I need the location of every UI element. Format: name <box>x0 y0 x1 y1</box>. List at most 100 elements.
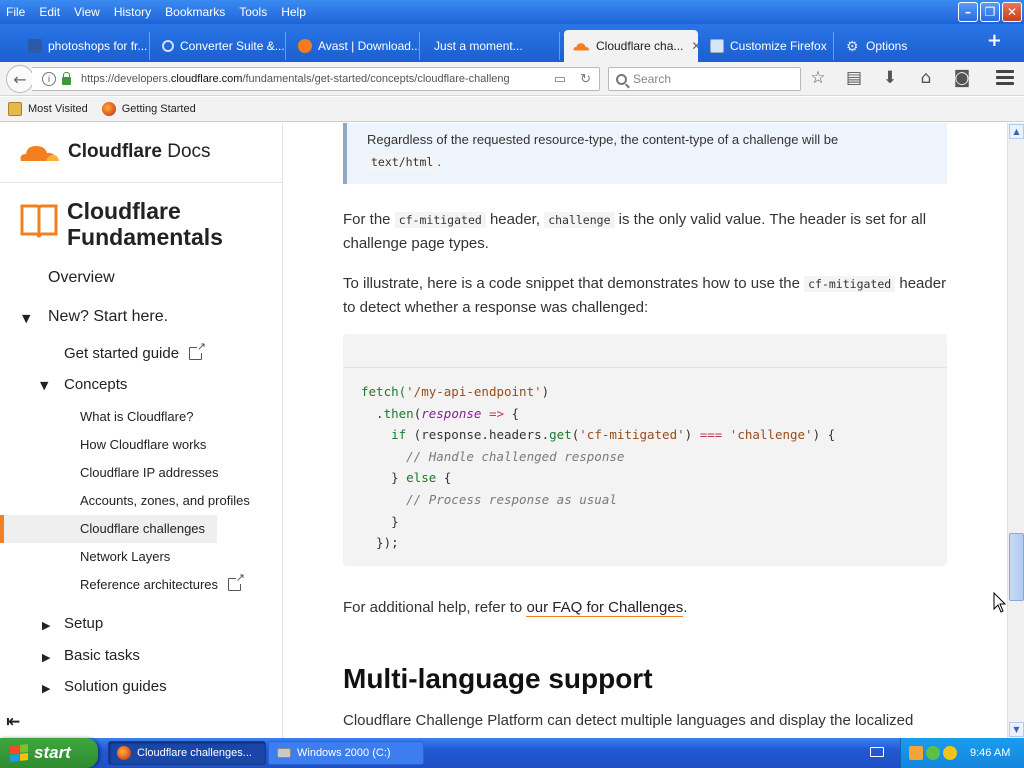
sidebar-item-setup[interactable]: Setup <box>64 615 103 632</box>
info-icon[interactable]: i <box>42 72 56 86</box>
lock-icon[interactable] <box>62 71 71 85</box>
bookmark-getting-started[interactable]: Getting Started <box>101 102 196 116</box>
search-input[interactable]: Search <box>608 67 801 91</box>
sidebar-item-ip-addresses[interactable]: Cloudflare IP addresses <box>80 465 219 480</box>
close-window-button[interactable]: ✕ <box>1002 2 1022 22</box>
tab-photoshops[interactable]: photoshops for fr... <box>20 32 150 60</box>
bookmarks-toolbar: Most Visited Getting Started <box>0 97 1024 122</box>
inline-code: cf-mitigated <box>394 212 486 228</box>
paragraph-faq: For additional help, refer to our FAQ fo… <box>343 599 688 617</box>
caret-right-icon[interactable]: ▶ <box>42 682 50 695</box>
paragraph-cf-mitigated: For the cf-mitigated header, challenge i… <box>343 211 927 252</box>
tab-label: Options <box>866 39 908 53</box>
pocket-icon[interactable]: ◙ <box>952 68 972 88</box>
avast-favicon-icon <box>298 39 312 53</box>
menu-bookmarks[interactable]: Bookmarks <box>165 5 225 19</box>
sidebar-item-how-works[interactable]: How Cloudflare works <box>80 437 206 452</box>
url-text: https://developers.cloudflare.com/fundam… <box>81 73 510 85</box>
tab-avast[interactable]: Avast | Download... <box>290 32 420 60</box>
windows-taskbar: start Cloudflare challenges... Windows 2… <box>0 738 1024 768</box>
tray-app-icon[interactable] <box>909 746 923 760</box>
bookmark-most-visited[interactable]: Most Visited <box>8 102 88 116</box>
tab-options[interactable]: ⚙ Options <box>838 32 968 60</box>
vertical-scrollbar[interactable]: ▲ ▼ <box>1007 123 1024 738</box>
tab-customize-firefox[interactable]: Customize Firefox <box>702 32 834 60</box>
sidebar-item-overview[interactable]: Overview <box>48 269 115 287</box>
reader-view-icon[interactable]: ▭ <box>554 71 566 87</box>
firefox-icon <box>101 102 116 116</box>
caret-right-icon[interactable]: ▶ <box>42 619 50 632</box>
windows-logo-icon <box>10 744 28 762</box>
minimize-button[interactable]: – <box>958 2 978 22</box>
tab-label: Customize Firefox <box>730 39 827 53</box>
code-block[interactable]: fetch('/my-api-endpoint') .then(response… <box>343 334 947 566</box>
code-block-header <box>343 334 947 368</box>
docs-sidebar: Cloudflare Docs Cloudflare Fundamentals … <box>0 123 283 738</box>
tab-close-icon[interactable]: ✕ <box>691 39 698 53</box>
maximize-button[interactable]: ❐ <box>980 2 1000 22</box>
section-heading-multi-language: Multi-language support <box>343 663 653 694</box>
product-title: Cloudflare Fundamentals <box>67 198 223 250</box>
menu-view[interactable]: View <box>74 5 100 19</box>
start-button[interactable]: start <box>0 738 98 768</box>
keyboard-icon[interactable] <box>870 747 884 757</box>
menu-hamburger-icon[interactable] <box>996 70 1014 88</box>
cloudflare-favicon-icon <box>573 43 590 51</box>
scrollbar-thumb[interactable] <box>1009 533 1024 601</box>
bookmark-star-icon[interactable]: ☆ <box>808 68 828 88</box>
menu-edit[interactable]: Edit <box>39 5 60 19</box>
menu-tools[interactable]: Tools <box>239 5 267 19</box>
back-button[interactable]: ← <box>6 65 34 93</box>
window-titlebar: File Edit View History Bookmarks Tools H… <box>0 0 1024 24</box>
sidebar-item-what-is[interactable]: What is Cloudflare? <box>80 409 193 424</box>
sidebar-item-basic-tasks[interactable]: Basic tasks <box>64 647 140 664</box>
scroll-up-arrow-icon[interactable]: ▲ <box>1009 124 1024 139</box>
sidebar-item-challenges[interactable]: Cloudflare challenges <box>80 521 205 536</box>
sidebar-item-accounts[interactable]: Accounts, zones, and profiles <box>80 493 250 508</box>
tab-label: Converter Suite &... <box>180 39 285 53</box>
inline-code: challenge <box>544 212 615 228</box>
download-icon[interactable]: ⬇ <box>880 68 900 88</box>
tab-label: Cloudflare cha... <box>596 39 684 53</box>
taskbar-item-firefox[interactable]: Cloudflare challenges... <box>108 741 266 765</box>
faq-challenges-link[interactable]: our FAQ for Challenges <box>526 599 684 617</box>
sidebar-item-new-start[interactable]: New? Start here. <box>48 308 168 326</box>
tray-network-icon[interactable] <box>926 746 940 760</box>
inline-code: cf-mitigated <box>804 276 896 292</box>
sidebar-item-get-started[interactable]: Get started guide <box>64 341 207 362</box>
reading-list-icon[interactable]: ▤ <box>844 68 864 88</box>
sidebar-item-network-layers[interactable]: Network Layers <box>80 549 170 564</box>
tab-cloudflare-challenges[interactable]: Cloudflare cha... ✕ <box>564 30 698 62</box>
url-bar[interactable]: i https://developers.cloudflare.com/fund… <box>32 67 600 91</box>
page-viewport: Cloudflare Docs Cloudflare Fundamentals … <box>0 123 1007 738</box>
tab-converter-suite[interactable]: Converter Suite &... <box>154 32 286 60</box>
drive-icon <box>277 748 291 758</box>
sidebar-item-solution-guides[interactable]: Solution guides <box>64 678 167 695</box>
menu-history[interactable]: History <box>114 5 151 19</box>
customize-favicon-icon <box>710 39 724 53</box>
taskbar-item-explorer[interactable]: Windows 2000 (C:) <box>268 741 424 765</box>
tab-just-a-moment[interactable]: Just a moment... <box>426 32 560 60</box>
sidebar-item-concepts[interactable]: Concepts <box>64 376 127 393</box>
paragraph-multi-language: Cloudflare Challenge Platform can detect… <box>343 712 914 729</box>
scroll-down-arrow-icon[interactable]: ▼ <box>1009 722 1024 737</box>
brand-logo[interactable]: Cloudflare Docs <box>18 141 211 163</box>
collapse-sidebar-icon[interactable]: ⇤ <box>6 712 20 732</box>
caret-right-icon[interactable]: ▶ <box>42 651 50 664</box>
taskbar-clock[interactable]: 9:46 AM <box>970 747 1010 759</box>
sidebar-divider <box>0 182 283 183</box>
brand-suffix: Docs <box>167 141 211 162</box>
tab-label: Avast | Download... <box>318 39 420 53</box>
tab-label: photoshops for fr... <box>48 39 148 53</box>
menu-help[interactable]: Help <box>281 5 306 19</box>
product-header[interactable]: Cloudflare Fundamentals <box>19 198 223 250</box>
caret-down-icon[interactable]: ▼ <box>40 379 48 392</box>
home-icon[interactable]: ⌂ <box>916 68 936 88</box>
sidebar-item-reference-architectures[interactable]: Reference architectures <box>80 572 246 592</box>
menu-file[interactable]: File <box>6 5 25 19</box>
reload-icon[interactable]: ↻ <box>580 71 591 87</box>
tray-search-icon[interactable] <box>943 746 957 760</box>
new-tab-button[interactable]: + <box>987 30 1002 51</box>
caret-down-icon[interactable]: ▼ <box>22 312 30 325</box>
external-link-icon <box>228 572 246 591</box>
